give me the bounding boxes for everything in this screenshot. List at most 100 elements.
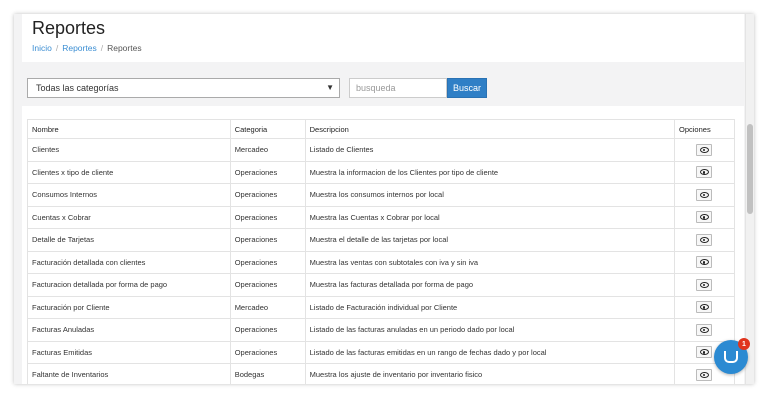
cell-descripcion: Muestra los consumos internos por local [304,183,676,207]
app-window: Reportes Inicio / Reportes / Reportes To… [14,14,754,384]
notification-badge: 1 [738,338,750,350]
cell-descripcion: Muestra el detalle de las tarjetas por l… [304,228,676,252]
category-select-value: Todas las categorías [36,83,119,93]
breadcrumb-reportes[interactable]: Reportes [62,43,97,53]
cell-categoria: Operaciones [229,250,306,274]
cell-nombre: Facturación por Cliente [27,295,231,319]
table-header-row: Nombre Categoria Descripcion Opciones [27,119,735,139]
eye-icon [699,349,709,356]
cell-descripcion: Listado de las facturas emitidas en un r… [304,340,676,364]
cell-opciones [674,318,735,342]
table-row: Cuentas x Cobrar Operaciones Muestra las C… [27,205,735,229]
table-row: Clientes x tipo de cliente Operaciones Mue… [27,160,735,184]
reports-panel: Nombre Categoria Descripcion Opciones Cl… [22,106,744,384]
cell-nombre: Faltante de Inventarios [27,363,231,384]
cell-categoria: Mercadeo [229,138,306,162]
column-header-opciones: Opciones [674,119,735,139]
cell-categoria: Operaciones [229,273,306,297]
table-row: Faltante de Inventarios Bodegas Muestra lo… [27,363,735,384]
cell-categoria: Operaciones [229,205,306,229]
view-report-button[interactable] [696,323,713,336]
search-button[interactable]: Buscar [447,78,487,98]
scrollbar[interactable] [745,14,754,384]
cell-descripcion: Muestra las ventas con subtotales con iv… [304,250,676,274]
cell-opciones [674,138,735,162]
column-header-nombre: Nombre [27,119,231,139]
view-report-button[interactable] [696,211,713,224]
filter-bar: Todas las categorías ▼ Buscar [27,78,747,100]
cell-nombre: Clientes x tipo de cliente [27,160,231,184]
eye-icon [699,191,709,198]
table-row: Detalle de Tarjetas Operaciones Muestra el… [27,228,735,252]
search-input[interactable] [349,78,447,98]
cell-categoria: Operaciones [229,183,306,207]
cell-opciones [674,160,735,184]
view-report-button[interactable] [696,233,713,246]
cell-nombre: Consumos Internos [27,183,231,207]
table-row: Facturacion detallada por forma de pago O… [27,273,735,297]
cell-descripcion: Muestra los ajuste de inventario por inv… [304,363,676,384]
cell-nombre: Detalle de Tarjetas [27,228,231,252]
view-report-button[interactable] [696,188,713,201]
cell-categoria: Operaciones [229,318,306,342]
breadcrumb-separator: / [100,43,104,53]
eye-icon [699,214,709,221]
cell-descripcion: Muestra las Cuentas x Cobrar por local [304,205,676,229]
eye-icon [699,146,709,153]
cell-categoria: Mercadeo [229,295,306,319]
page-title: Reportes [32,18,106,38]
eye-icon [699,371,709,378]
cell-categoria: Operaciones [229,228,306,252]
table-row: Consumos Internos Operaciones Muestra los … [27,183,735,207]
table-row: Clientes Mercadeo Listado de Clientes [27,138,735,162]
page-header: Reportes Inicio / Reportes / Reportes [22,14,744,62]
view-report-button[interactable] [696,346,713,359]
cell-descripcion: Muestra la informacion de los Clientes p… [304,160,676,184]
eye-icon [699,169,709,176]
eye-icon [699,259,709,266]
breadcrumb-current: Reportes [107,43,142,53]
table-row: Facturación por Cliente Mercadeo Listado d… [27,295,735,319]
cell-descripcion: Muestra las facturas detallada por forma… [304,273,676,297]
scrollbar-thumb[interactable] [747,124,753,214]
view-report-button[interactable] [696,368,713,381]
view-report-button[interactable] [696,256,713,269]
eye-icon [699,236,709,243]
breadcrumb-separator: / [55,43,59,53]
cell-opciones [674,228,735,252]
cell-nombre: Facturación detallada con clientes [27,250,231,274]
view-report-button[interactable] [696,301,713,314]
cell-descripcion: Listado de las facturas anuladas en un p… [304,318,676,342]
eye-icon [699,281,709,288]
cell-nombre: Facturas Anuladas [27,318,231,342]
reports-table: Nombre Categoria Descripcion Opciones Cl… [27,119,735,384]
table-row: Facturas Anuladas Operaciones Listado de l… [27,318,735,342]
table-row: Facturación detallada con clientes Operac… [27,250,735,274]
eye-icon [699,326,709,333]
chevron-down-icon: ▼ [326,83,334,92]
cell-opciones [674,295,735,319]
column-header-categoria: Categoria [229,119,306,139]
cell-nombre: Facturas Emitidas [27,340,231,364]
view-report-button[interactable] [696,143,713,156]
cell-opciones [674,183,735,207]
cell-nombre: Cuentas x Cobrar [27,205,231,229]
chat-icon [724,351,738,363]
breadcrumb: Inicio / Reportes / Reportes [32,43,142,53]
cell-categoria: Operaciones [229,340,306,364]
table-row: Facturas Emitidas Operaciones Listado de l… [27,340,735,364]
column-header-descripcion: Descripcion [304,119,676,139]
cell-descripcion: Listado de Clientes [304,138,676,162]
cell-opciones [674,205,735,229]
cell-nombre: Clientes [27,138,231,162]
cell-categoria: Bodegas [229,363,306,384]
eye-icon [699,304,709,311]
category-select[interactable]: Todas las categorías ▼ [27,78,340,98]
cell-descripcion: Listado de Facturación individual por Cl… [304,295,676,319]
breadcrumb-inicio[interactable]: Inicio [32,43,52,53]
cell-opciones [674,273,735,297]
cell-nombre: Facturacion detallada por forma de pago [27,273,231,297]
view-report-button[interactable] [696,166,713,179]
view-report-button[interactable] [696,278,713,291]
cell-categoria: Operaciones [229,160,306,184]
